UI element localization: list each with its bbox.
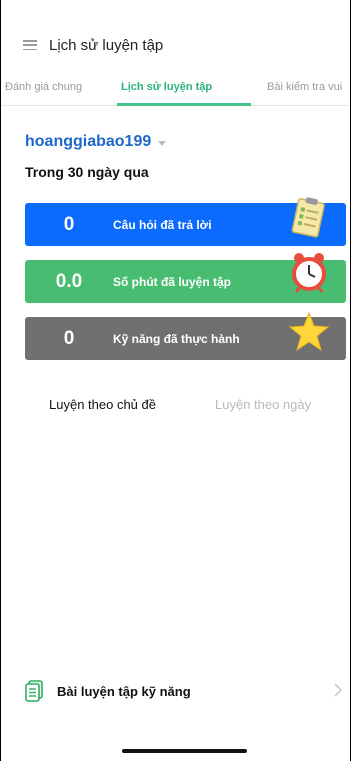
stat-value: 0 <box>63 213 75 235</box>
period-label: Trong 30 ngày qua <box>25 164 149 180</box>
hamburger-icon[interactable] <box>23 40 37 50</box>
caret-down-icon <box>158 140 167 146</box>
active-tab-indicator <box>117 103 251 106</box>
top-bar: Lịch sử luyện tập <box>1 20 350 70</box>
stat-label: Kỹ năng đã thực hành <box>113 331 240 346</box>
page-title: Lịch sử luyện tập <box>49 36 164 54</box>
document-icon <box>25 680 43 702</box>
stat-card-minutes: 0.0 Số phút đã luyện tập <box>25 253 346 303</box>
clipboard-checklist-icon <box>291 197 325 238</box>
home-indicator[interactable] <box>122 749 247 753</box>
tab-overview[interactable]: Đánh giá chung <box>5 70 82 104</box>
skill-practice-item[interactable]: Bài luyện tập kỹ năng <box>25 680 346 702</box>
alarm-clock-icon <box>292 253 326 293</box>
subtab-by-day[interactable]: Luyện theo ngày <box>215 397 311 412</box>
user-selector[interactable]: hoanggiabao199 <box>25 133 167 151</box>
subtab-by-topic[interactable]: Luyện theo chủ đề <box>49 397 156 412</box>
stat-card-skills: 0 Kỹ năng đã thực hành <box>25 311 346 360</box>
skill-practice-label: Bài luyện tập kỹ năng <box>57 683 191 699</box>
username: hoanggiabao199 <box>25 133 152 150</box>
tab-practice-history[interactable]: Lịch sử luyện tập <box>121 70 212 104</box>
stat-label: Câu hỏi đã trả lời <box>113 217 212 232</box>
app-screen: Lịch sử luyện tập Đánh giá chung Lịch sử… <box>0 0 351 761</box>
star-icon <box>288 311 330 352</box>
stat-value: 0 <box>63 327 75 349</box>
chevron-right-icon <box>334 683 342 697</box>
stat-label: Số phút đã luyện tập <box>113 274 232 289</box>
stat-value: 0.0 <box>55 270 83 292</box>
tab-bar: Đánh giá chung Lịch sử luyện tập Bài kiể… <box>1 70 350 106</box>
tab-fun-quiz[interactable]: Bài kiểm tra vui <box>267 70 342 104</box>
stat-card-questions: 0 Câu hỏi đã trả lời <box>25 197 346 246</box>
